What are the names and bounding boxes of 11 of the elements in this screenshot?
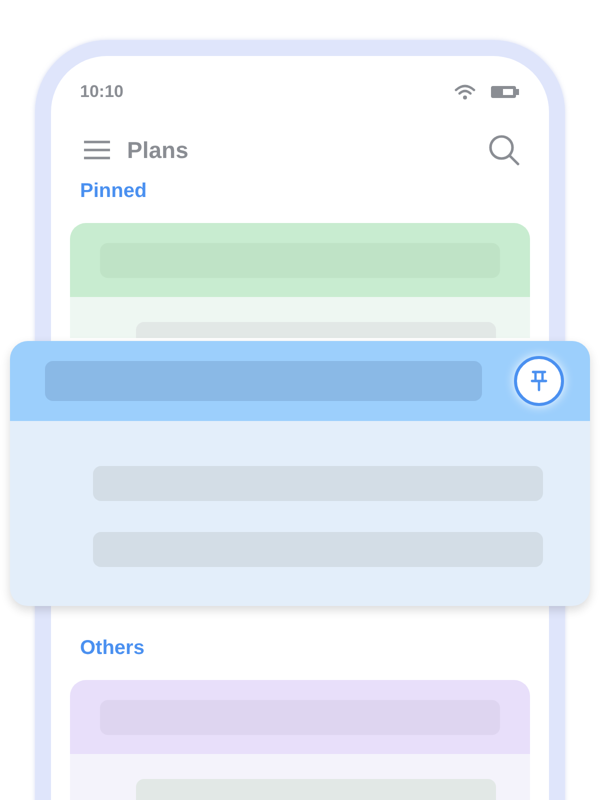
section-title: Others <box>79 636 146 661</box>
wifi-icon <box>454 84 476 100</box>
floating-card[interactable] <box>10 341 590 606</box>
pin-button[interactable] <box>514 356 564 406</box>
battery-icon <box>490 84 520 100</box>
menu-icon[interactable] <box>83 140 111 160</box>
pin-icon <box>529 370 549 392</box>
status-time: 10:10 <box>80 82 124 102</box>
app-title: Plans <box>127 136 190 164</box>
section-title: Pinned <box>79 179 148 204</box>
search-icon[interactable] <box>488 134 520 166</box>
